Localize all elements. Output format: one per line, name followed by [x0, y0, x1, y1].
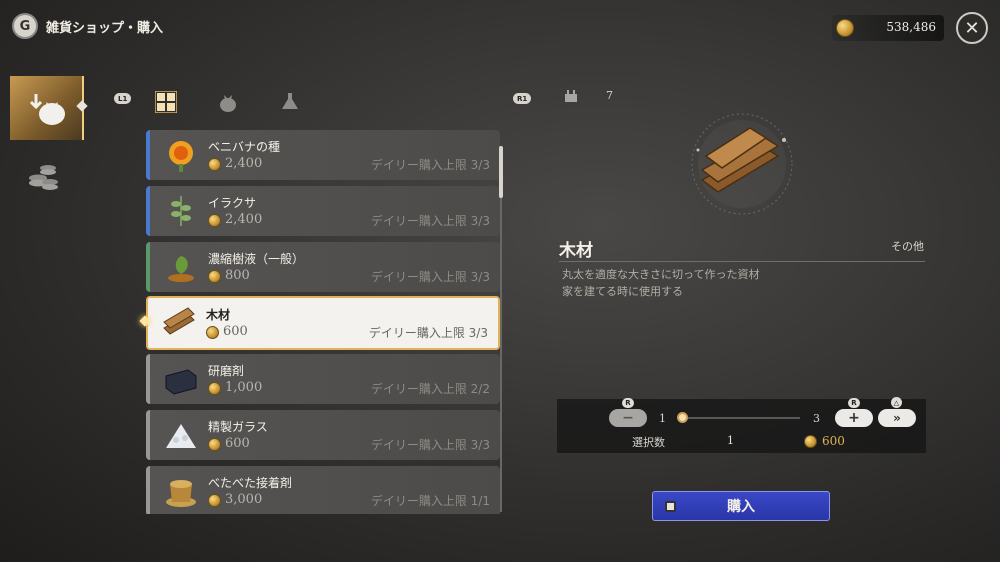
tab-tools[interactable] — [278, 90, 302, 114]
nettle-icon — [171, 196, 191, 226]
flask-icon — [282, 93, 298, 109]
tab-left-key[interactable]: L1 — [114, 93, 132, 104]
inventory-icon — [565, 90, 577, 102]
item-name: 木材 — [206, 308, 231, 322]
max-quantity-button[interactable]: » — [878, 409, 916, 427]
increase-button[interactable]: + — [835, 409, 873, 427]
list-item[interactable]: ベニバナの種 2,400 デイリー購入上限 3/3 — [146, 130, 500, 180]
gold-coin-icon — [836, 19, 854, 37]
shop-logo-icon: G — [12, 13, 38, 39]
list-item[interactable]: イラクサ 2,400 デイリー購入上限 3/3 — [146, 186, 500, 236]
item-daily-limit: デイリー購入上限 3/3 — [370, 270, 490, 284]
page-title: 雑貨ショップ・購入 — [46, 21, 164, 36]
item-list: ベニバナの種 2,400 デイリー購入上限 3/3 イラクサ 2,400 デイリ… — [146, 130, 502, 514]
coins-icon — [29, 165, 58, 190]
item-name: 濃縮樹液（一般） — [208, 252, 305, 266]
item-daily-limit: デイリー購入上限 1/1 — [370, 494, 490, 508]
item-name: 精製ガラス — [208, 420, 268, 434]
detail-divider — [559, 261, 925, 262]
item-price: 1,000 — [225, 380, 263, 395]
detail-item-category: その他 — [891, 240, 924, 253]
detail-description: 丸太を適度な大きさに切って作った資材 家を建てる時に使用する — [562, 266, 922, 300]
item-price: 2,400 — [225, 212, 263, 227]
item-price: 800 — [225, 268, 250, 283]
owned-count: 7 — [606, 89, 613, 102]
gold-coin-icon — [208, 158, 221, 171]
minus-key-hint: R — [622, 398, 634, 408]
grid-icon — [155, 91, 177, 113]
gold-coin-icon — [208, 382, 221, 395]
description-line: 丸太を適度な大きさに切って作った資材 — [562, 268, 760, 281]
square-button-icon — [665, 501, 676, 512]
item-daily-limit: デイリー購入上限 2/2 — [370, 382, 490, 396]
list-scroll-thumb[interactable] — [499, 146, 503, 198]
adhesive-icon — [166, 480, 196, 507]
item-daily-limit: デイリー購入上限 3/3 — [370, 438, 490, 452]
item-daily-limit: デイリー購入上限 3/3 — [368, 326, 488, 340]
tab-bags[interactable] — [216, 90, 240, 114]
buy-label: 購入 — [727, 499, 755, 515]
gold-coin-icon — [206, 326, 219, 339]
list-item[interactable]: べたべた接着剤 3,000 デイリー購入上限 1/1 — [146, 466, 500, 514]
item-daily-limit: デイリー購入上限 3/3 — [370, 158, 490, 172]
bag-down-icon — [29, 94, 65, 125]
quantity-slider-knob[interactable] — [676, 412, 688, 423]
quantity-max: 3 — [813, 412, 820, 425]
sack-icon — [220, 95, 236, 112]
item-name: べたべた接着剤 — [208, 476, 293, 490]
quantity-slider[interactable] — [682, 417, 800, 419]
item-name: イラクサ — [208, 196, 257, 210]
close-button[interactable]: ✕ — [956, 12, 988, 44]
item-price: 600 — [225, 436, 250, 451]
double-chevron-icon: » — [893, 411, 901, 425]
list-item[interactable]: 研磨剤 1,000 デイリー購入上限 2/2 — [146, 354, 500, 404]
item-price: 600 — [223, 324, 248, 339]
quantity-min: 1 — [659, 412, 666, 425]
list-item[interactable]: 精製ガラス 600 デイリー購入上限 3/3 — [146, 410, 500, 460]
item-name: 研磨剤 — [208, 364, 245, 378]
plus-icon: + — [848, 410, 860, 426]
safflower-seed-icon — [169, 141, 193, 172]
list-item[interactable]: 木材 600 デイリー購入上限 3/3 — [146, 296, 500, 350]
max-key-hint: △ — [891, 397, 902, 408]
tab-right-key[interactable]: R1 — [513, 93, 532, 104]
gold-coin-icon — [208, 214, 221, 227]
buy-button[interactable]: 購入 — [652, 491, 830, 521]
wood-icon — [691, 113, 793, 215]
sap-icon — [168, 256, 194, 282]
nav-item-coins[interactable] — [26, 160, 60, 194]
refined-glass-icon — [166, 424, 196, 448]
quantity-panel — [557, 399, 926, 453]
currency-amount: 538,486 — [886, 20, 936, 34]
tab-all[interactable] — [154, 90, 178, 114]
decrease-button[interactable]: − — [609, 409, 647, 427]
plus-key-hint: R — [848, 398, 860, 408]
gold-coin-icon — [208, 270, 221, 283]
close-icon: ✕ — [964, 17, 980, 39]
item-name: ベニバナの種 — [208, 140, 281, 154]
gold-coin-icon — [804, 435, 817, 448]
total-price: 600 — [822, 434, 845, 448]
selected-count-label: 選択数 — [632, 436, 665, 449]
minus-icon: − — [622, 410, 634, 426]
item-daily-limit: デイリー購入上限 3/3 — [370, 214, 490, 228]
item-price: 3,000 — [225, 492, 263, 507]
detail-item-name: 木材 — [559, 241, 593, 261]
list-item[interactable]: 濃縮樹液（一般） 800 デイリー購入上限 3/3 — [146, 242, 500, 292]
item-price: 2,400 — [225, 156, 263, 171]
selected-count-value: 1 — [727, 434, 734, 447]
description-line: 家を建てる時に使用する — [562, 285, 683, 298]
wood-icon — [163, 307, 195, 335]
list-scrollbar[interactable] — [500, 146, 502, 512]
gold-coin-icon — [208, 494, 221, 507]
gold-coin-icon — [208, 438, 221, 451]
abrasive-icon — [165, 369, 197, 395]
nav-item-bag-shop[interactable] — [10, 76, 84, 140]
